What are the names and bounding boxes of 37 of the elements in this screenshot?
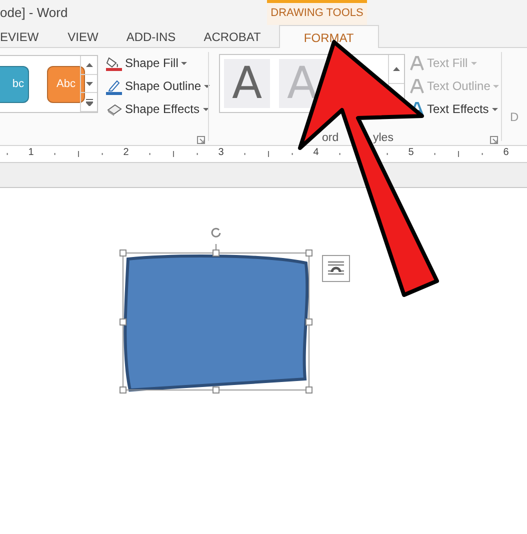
ribbon-tab[interactable]: ADD-INS <box>126 25 176 48</box>
group-label: D <box>510 110 519 126</box>
group-label: ord <box>322 132 339 144</box>
dialog-launcher-icon[interactable] <box>490 136 498 144</box>
contextual-tab-header: DRAWING TOOLS <box>267 0 367 25</box>
letter-a-icon <box>409 55 424 71</box>
scroll-up-icon[interactable] <box>86 62 92 67</box>
fill-icon <box>105 54 122 72</box>
scroll-up-icon[interactable] <box>393 66 400 71</box>
dropdown-icon <box>202 108 208 110</box>
ruler-number: 2 <box>122 147 130 158</box>
outline-icon <box>105 78 122 94</box>
shape-command[interactable]: Shape Outline <box>105 77 208 95</box>
selection-handles[interactable] <box>120 228 312 394</box>
dropdown-icon <box>470 62 477 64</box>
window-title: ode] - Word <box>0 5 68 20</box>
ruler-number: 1 <box>27 147 35 158</box>
letter-a-icon <box>409 78 424 94</box>
ruler-number: 4 <box>312 147 320 158</box>
wordart-style[interactable]: A <box>224 59 270 108</box>
dropdown-icon <box>492 108 498 110</box>
ribbon-tab[interactable]: FORMAT <box>278 25 379 48</box>
ruler-number: 6 <box>502 147 510 158</box>
more-icon[interactable] <box>86 98 92 106</box>
layout-options-icon[interactable] <box>322 255 350 282</box>
dropdown-icon <box>493 84 500 88</box>
group-label: yles <box>373 132 394 144</box>
ruler-number: 3 <box>217 147 225 158</box>
ribbon-tab[interactable]: VIEW <box>68 25 98 48</box>
dropdown-icon <box>181 62 188 64</box>
scroll-down-icon[interactable] <box>86 82 92 86</box>
ribbon-tab[interactable]: ACROBAT <box>204 25 261 48</box>
dialog-launcher-icon[interactable] <box>197 136 205 144</box>
ribbon-tab[interactable]: EVIEW <box>0 25 39 48</box>
ruler-number: 5 <box>407 147 415 158</box>
shape-command[interactable]: Shape Fill <box>105 54 208 72</box>
shape-command[interactable]: Shape Effects <box>105 100 208 118</box>
